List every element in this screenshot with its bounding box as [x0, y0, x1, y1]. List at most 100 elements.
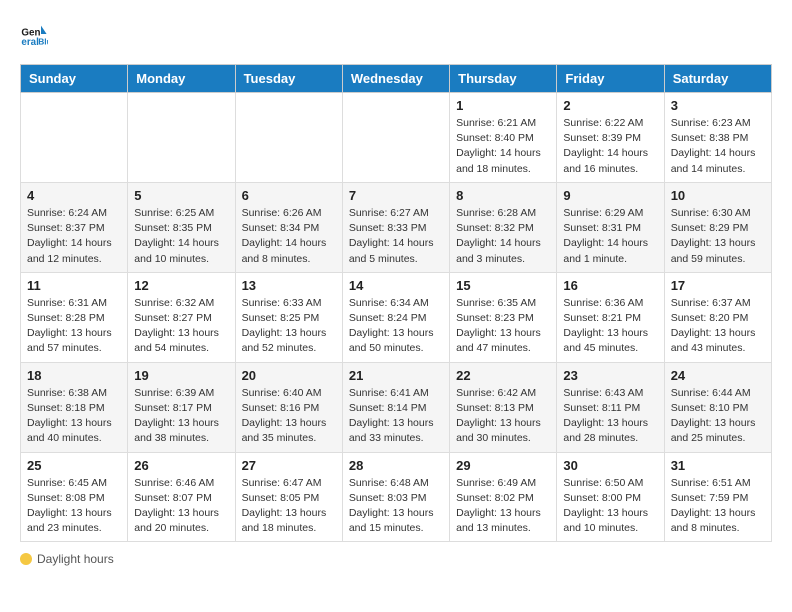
day-number: 30	[563, 458, 657, 473]
day-info: Sunrise: 6:37 AMSunset: 8:20 PMDaylight:…	[671, 296, 765, 357]
weekday-header-wednesday: Wednesday	[342, 65, 449, 93]
day-info: Sunrise: 6:27 AMSunset: 8:33 PMDaylight:…	[349, 206, 443, 267]
day-info: Sunrise: 6:46 AMSunset: 8:07 PMDaylight:…	[134, 476, 228, 537]
day-info: Sunrise: 6:29 AMSunset: 8:31 PMDaylight:…	[563, 206, 657, 267]
day-info: Sunrise: 6:23 AMSunset: 8:38 PMDaylight:…	[671, 116, 765, 177]
svg-text:eral: eral	[21, 37, 39, 48]
calendar-cell: 6 Sunrise: 6:26 AMSunset: 8:34 PMDaylight…	[235, 182, 342, 272]
calendar-table: SundayMondayTuesdayWednesdayThursdayFrid…	[20, 64, 772, 542]
day-info: Sunrise: 6:35 AMSunset: 8:23 PMDaylight:…	[456, 296, 550, 357]
day-number: 23	[563, 368, 657, 383]
calendar-week-row: 4Sunrise: 6:24 AMSunset: 8:37 PMDaylight…	[21, 182, 772, 272]
day-info: Sunrise: 6:34 AMSunset: 8:24 PMDaylight:…	[349, 296, 443, 357]
day-info: Sunrise: 6:32 AMSunset: 8:27 PMDaylight:…	[134, 296, 228, 357]
calendar-cell: 1Sunrise: 6:21 AMSunset: 8:40 PMDaylight…	[450, 93, 557, 183]
calendar-week-row: 18 Sunrise: 6:38 AMSunset: 8:18 PMDayligh…	[21, 362, 772, 452]
calendar-cell: 3 Sunrise: 6:23 AMSunset: 8:38 PMDaylight…	[664, 93, 771, 183]
day-number: 20	[242, 368, 336, 383]
calendar-week-row: 11 Sunrise: 6:31 AMSunset: 8:28 PMDayligh…	[21, 272, 772, 362]
calendar-cell: 31Sunrise: 6:51 AMSunset: 7:59 PMDayligh…	[664, 452, 771, 542]
svg-text:Blue: Blue	[38, 37, 48, 47]
calendar-cell: 27 Sunrise: 6:47 AMSunset: 8:05 PMDayligh…	[235, 452, 342, 542]
day-number: 15	[456, 278, 550, 293]
day-info: Sunrise: 6:26 AMSunset: 8:34 PMDaylight:…	[242, 206, 336, 267]
weekday-header-friday: Friday	[557, 65, 664, 93]
day-number: 29	[456, 458, 550, 473]
calendar-cell: 4Sunrise: 6:24 AMSunset: 8:37 PMDaylight…	[21, 182, 128, 272]
day-number: 27	[242, 458, 336, 473]
calendar-cell	[128, 93, 235, 183]
day-number: 22	[456, 368, 550, 383]
weekday-header-tuesday: Tuesday	[235, 65, 342, 93]
day-info: Sunrise: 6:49 AMSunset: 8:02 PMDaylight:…	[456, 476, 550, 537]
day-info: Sunrise: 6:21 AMSunset: 8:40 PMDaylight:…	[456, 116, 550, 177]
day-number: 14	[349, 278, 443, 293]
day-info: Sunrise: 6:50 AMSunset: 8:00 PMDaylight:…	[563, 476, 657, 537]
day-number: 24	[671, 368, 765, 383]
day-info: Sunrise: 6:30 AMSunset: 8:29 PMDaylight:…	[671, 206, 765, 267]
day-info: Sunrise: 6:48 AMSunset: 8:03 PMDaylight:…	[349, 476, 443, 537]
weekday-header-thursday: Thursday	[450, 65, 557, 93]
calendar-cell: 11 Sunrise: 6:31 AMSunset: 8:28 PMDayligh…	[21, 272, 128, 362]
calendar-cell: 13Sunrise: 6:33 AMSunset: 8:25 PMDayligh…	[235, 272, 342, 362]
calendar-cell: 22Sunrise: 6:42 AMSunset: 8:13 PMDayligh…	[450, 362, 557, 452]
weekday-header-monday: Monday	[128, 65, 235, 93]
day-info: Sunrise: 6:38 AMSunset: 8:18 PMDaylight:…	[27, 386, 121, 447]
calendar-cell: 2Sunrise: 6:22 AMSunset: 8:39 PMDaylight…	[557, 93, 664, 183]
calendar-cell: 8Sunrise: 6:28 AMSunset: 8:32 PMDaylight…	[450, 182, 557, 272]
calendar-cell: 28 Sunrise: 6:48 AMSunset: 8:03 PMDayligh…	[342, 452, 449, 542]
day-info: Sunrise: 6:28 AMSunset: 8:32 PMDaylight:…	[456, 206, 550, 267]
day-number: 17	[671, 278, 765, 293]
day-info: Sunrise: 6:47 AMSunset: 8:05 PMDaylight:…	[242, 476, 336, 537]
calendar-cell: 10Sunrise: 6:30 AMSunset: 8:29 PMDayligh…	[664, 182, 771, 272]
day-number: 6	[242, 188, 336, 203]
calendar-cell: 20 Sunrise: 6:40 AMSunset: 8:16 PMDayligh…	[235, 362, 342, 452]
day-info: Sunrise: 6:40 AMSunset: 8:16 PMDaylight:…	[242, 386, 336, 447]
day-info: Sunrise: 6:44 AMSunset: 8:10 PMDaylight:…	[671, 386, 765, 447]
day-number: 28	[349, 458, 443, 473]
calendar-cell: 23Sunrise: 6:43 AMSunset: 8:11 PMDayligh…	[557, 362, 664, 452]
day-number: 5	[134, 188, 228, 203]
day-info: Sunrise: 6:41 AMSunset: 8:14 PMDaylight:…	[349, 386, 443, 447]
calendar-cell: 25 Sunrise: 6:45 AMSunset: 8:08 PMDayligh…	[21, 452, 128, 542]
day-number: 9	[563, 188, 657, 203]
calendar-cell: 30 Sunrise: 6:50 AMSunset: 8:00 PMDayligh…	[557, 452, 664, 542]
calendar-cell: 15 Sunrise: 6:35 AMSunset: 8:23 PMDayligh…	[450, 272, 557, 362]
day-info: Sunrise: 6:39 AMSunset: 8:17 PMDaylight:…	[134, 386, 228, 447]
calendar-cell: 19 Sunrise: 6:39 AMSunset: 8:17 PMDayligh…	[128, 362, 235, 452]
calendar-cell: 18 Sunrise: 6:38 AMSunset: 8:18 PMDayligh…	[21, 362, 128, 452]
day-number: 26	[134, 458, 228, 473]
day-info: Sunrise: 6:36 AMSunset: 8:21 PMDaylight:…	[563, 296, 657, 357]
calendar-header-row: SundayMondayTuesdayWednesdayThursdayFrid…	[21, 65, 772, 93]
legend: Daylight hours	[20, 552, 772, 566]
calendar-cell	[21, 93, 128, 183]
logo: Gen eral Blue	[20, 20, 52, 48]
day-number: 13	[242, 278, 336, 293]
calendar-cell: 21Sunrise: 6:41 AMSunset: 8:14 PMDayligh…	[342, 362, 449, 452]
calendar-week-row: 25 Sunrise: 6:45 AMSunset: 8:08 PMDayligh…	[21, 452, 772, 542]
day-info: Sunrise: 6:45 AMSunset: 8:08 PMDaylight:…	[27, 476, 121, 537]
day-number: 18	[27, 368, 121, 383]
day-number: 11	[27, 278, 121, 293]
weekday-header-sunday: Sunday	[21, 65, 128, 93]
day-number: 7	[349, 188, 443, 203]
calendar-cell: 29 Sunrise: 6:49 AMSunset: 8:02 PMDayligh…	[450, 452, 557, 542]
day-info: Sunrise: 6:24 AMSunset: 8:37 PMDaylight:…	[27, 206, 121, 267]
day-number: 31	[671, 458, 765, 473]
weekday-header-saturday: Saturday	[664, 65, 771, 93]
legend-label-daylight: Daylight hours	[37, 552, 114, 566]
calendar-cell: 12Sunrise: 6:32 AMSunset: 8:27 PMDayligh…	[128, 272, 235, 362]
day-info: Sunrise: 6:31 AMSunset: 8:28 PMDaylight:…	[27, 296, 121, 357]
day-number: 19	[134, 368, 228, 383]
calendar-cell	[342, 93, 449, 183]
day-number: 25	[27, 458, 121, 473]
day-number: 2	[563, 98, 657, 113]
calendar-cell: 14 Sunrise: 6:34 AMSunset: 8:24 PMDayligh…	[342, 272, 449, 362]
calendar-cell	[235, 93, 342, 183]
legend-dot-daylight	[20, 553, 32, 565]
day-number: 3	[671, 98, 765, 113]
calendar-cell: 9 Sunrise: 6:29 AMSunset: 8:31 PMDaylight…	[557, 182, 664, 272]
calendar-week-row: 1Sunrise: 6:21 AMSunset: 8:40 PMDaylight…	[21, 93, 772, 183]
logo-icon: Gen eral Blue	[20, 20, 48, 48]
legend-item-daylight: Daylight hours	[20, 552, 114, 566]
